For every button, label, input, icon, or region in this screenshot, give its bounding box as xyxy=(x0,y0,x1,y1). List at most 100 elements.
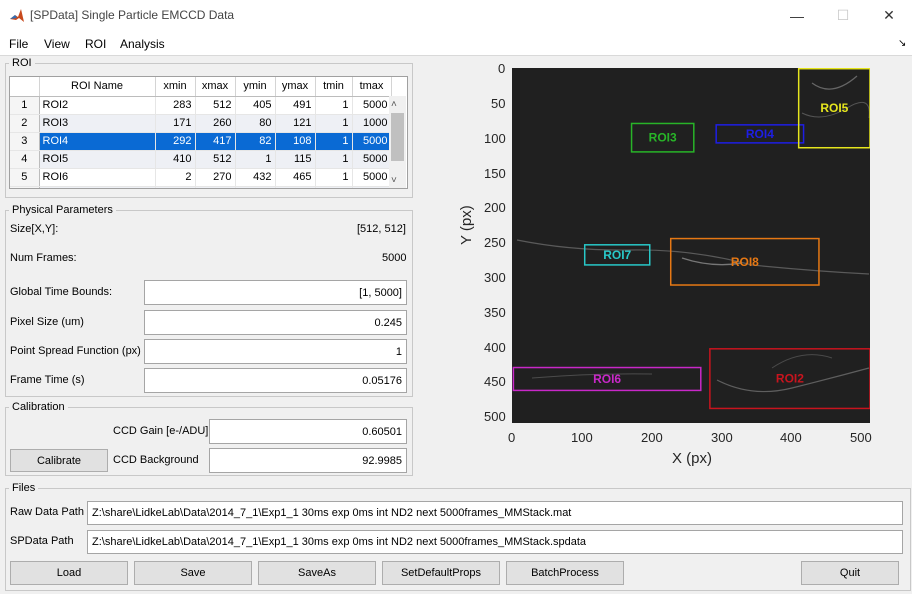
table-cell[interactable]: 260 xyxy=(195,114,236,133)
maximize-icon: ☐ xyxy=(836,7,850,23)
roi-label-roi2: ROI2 xyxy=(776,372,804,386)
menu-roi[interactable]: ROI xyxy=(85,37,106,51)
frame-time-field[interactable]: 0.05176 xyxy=(144,368,407,393)
set-default-props-button[interactable]: SetDefaultProps xyxy=(382,561,500,585)
table-cell[interactable]: 1 xyxy=(315,114,353,133)
table-cell[interactable]: 1 xyxy=(315,168,353,187)
table-cell[interactable]: ROI2 xyxy=(39,96,156,115)
global-time-bounds-field[interactable]: [1, 5000] xyxy=(144,280,407,305)
x-tick-label: 500 xyxy=(850,430,872,445)
table-cell[interactable]: 115 xyxy=(275,150,316,169)
table-cell[interactable]: 512 xyxy=(195,150,236,169)
table-cell[interactable]: 405 xyxy=(235,96,276,115)
table-cell[interactable]: 80 xyxy=(235,114,276,133)
table-cell[interactable]: 255 xyxy=(235,186,276,188)
window-title: [SPData] Single Particle EMCCD Data xyxy=(30,8,235,22)
table-cell[interactable]: ROI4 xyxy=(39,132,156,151)
table-cell[interactable]: 197 xyxy=(195,186,236,188)
title-bar: [SPData] Single Particle EMCCD Data — ☐ … xyxy=(0,0,912,32)
roi-table-grid: ROI Name xmin xmax ymin ymax tmin tmax 1… xyxy=(10,77,392,188)
y-tick-label: 50 xyxy=(491,96,506,111)
table-cell[interactable]: 417 xyxy=(195,132,236,151)
table-cell[interactable]: 1000 xyxy=(352,114,392,133)
save-button[interactable]: Save xyxy=(134,561,252,585)
table-cell[interactable]: 2 xyxy=(155,168,196,187)
table-cell[interactable]: 292 xyxy=(155,132,196,151)
table-row[interactable]: 3 ROI4 292 417 82 108 1 5000 xyxy=(10,132,392,151)
y-axis-label: Y (px) xyxy=(458,205,475,245)
maximize-button[interactable]: ☐ xyxy=(820,0,866,31)
psf-field[interactable]: 1 xyxy=(144,339,407,364)
minimize-button[interactable]: — xyxy=(774,0,820,31)
table-cell[interactable]: 1 xyxy=(315,132,353,151)
table-cell[interactable]: 1 xyxy=(235,150,276,169)
row-index: 6 xyxy=(10,186,40,188)
raw-data-path-field[interactable]: Z:\share\LidkeLab\Data\2014_7_1\Exp1_1 3… xyxy=(87,501,903,525)
column-header[interactable]: ymin xyxy=(235,77,276,97)
table-cell[interactable]: ROI3 xyxy=(39,114,156,133)
batch-process-button[interactable]: BatchProcess xyxy=(506,561,624,585)
table-cell[interactable]: 5000 xyxy=(352,186,392,188)
table-cell[interactable]: 270 xyxy=(195,168,236,187)
table-cell[interactable]: 283 xyxy=(155,96,196,115)
table-cell[interactable]: 108 xyxy=(275,132,316,151)
table-row[interactable]: 1 ROI2 283 512 405 491 1 5000 xyxy=(10,96,392,115)
table-cell[interactable]: 171 xyxy=(155,114,196,133)
ccd-background-field[interactable]: 92.9985 xyxy=(209,448,407,473)
load-button[interactable]: Load xyxy=(10,561,128,585)
table-cell[interactable]: 5000 xyxy=(352,150,392,169)
ccd-background-label: CCD Background xyxy=(113,454,199,466)
column-header[interactable]: ymax xyxy=(275,77,316,97)
toolbar-toggle-icon[interactable]: ↘ xyxy=(898,38,906,49)
spdata-path-field[interactable]: Z:\share\LidkeLab\Data\2014_7_1\Exp1_1 3… xyxy=(87,530,903,554)
column-header[interactable]: tmax xyxy=(352,77,392,97)
column-header[interactable]: tmin xyxy=(315,77,353,97)
table-row[interactable]: 5 ROI6 2 270 432 465 1 5000 xyxy=(10,168,392,187)
matlab-app-icon xyxy=(9,8,25,24)
menu-analysis[interactable]: Analysis xyxy=(120,37,165,51)
roi-table[interactable]: ROI Name xmin xmax ymin ymax tmin tmax 1… xyxy=(9,76,408,189)
table-cell[interactable]: 512 xyxy=(195,96,236,115)
size-label: Size[X,Y]: xyxy=(10,223,59,235)
table-cell[interactable]: ROI7 xyxy=(39,186,156,188)
column-header[interactable]: xmin xyxy=(155,77,196,97)
y-tick-label: 150 xyxy=(484,166,506,181)
save-as-button[interactable]: SaveAs xyxy=(258,561,376,585)
table-cell[interactable]: 284 xyxy=(275,186,316,188)
scrollbar-thumb[interactable] xyxy=(391,113,404,161)
quit-button[interactable]: Quit xyxy=(801,561,899,585)
scroll-up-icon[interactable]: ˄ xyxy=(391,99,397,110)
table-cell[interactable]: 1 xyxy=(315,186,353,188)
table-cell[interactable]: 410 xyxy=(155,150,196,169)
table-cell[interactable]: 491 xyxy=(275,96,316,115)
table-cell[interactable]: 82 xyxy=(235,132,276,151)
close-button[interactable]: ✕ xyxy=(866,0,912,31)
x-tick-label: 400 xyxy=(780,430,802,445)
column-header[interactable]: xmax xyxy=(195,77,236,97)
table-row[interactable]: 6ROI710419725528415000 xyxy=(10,186,392,188)
menu-view[interactable]: View xyxy=(44,37,70,51)
y-tick-label: 100 xyxy=(484,131,506,146)
table-cell[interactable]: 104 xyxy=(155,186,196,188)
table-cell[interactable]: 432 xyxy=(235,168,276,187)
frame-time-label: Frame Time (s) xyxy=(10,374,85,386)
table-cell[interactable]: 5000 xyxy=(352,96,392,115)
table-cell[interactable]: 5000 xyxy=(352,168,392,187)
calibrate-button[interactable]: Calibrate xyxy=(10,449,108,472)
table-row[interactable]: 2 ROI3 171 260 80 121 1 1000 xyxy=(10,114,392,133)
column-header[interactable]: ROI Name xyxy=(39,77,156,97)
table-cell[interactable]: ROI5 xyxy=(39,150,156,169)
table-cell[interactable]: 1 xyxy=(315,150,353,169)
table-cell[interactable]: 1 xyxy=(315,96,353,115)
table-cell[interactable]: 465 xyxy=(275,168,316,187)
pixel-size-field[interactable]: 0.245 xyxy=(144,310,407,335)
raw-data-path-label: Raw Data Path xyxy=(10,506,84,518)
table-cell[interactable]: ROI6 xyxy=(39,168,156,187)
scroll-down-icon[interactable]: ˅ xyxy=(391,175,397,186)
menu-file[interactable]: File xyxy=(9,37,28,51)
ccd-gain-field[interactable]: 0.60501 xyxy=(209,419,407,444)
table-cell[interactable]: 121 xyxy=(275,114,316,133)
table-cell[interactable]: 5000 xyxy=(352,132,392,151)
table-row[interactable]: 4 ROI5 410 512 1 115 1 5000 xyxy=(10,150,392,169)
image-plot[interactable]: ROI2 ROI3 ROI4 ROI5 ROI6 ROI7 ROI8 xyxy=(512,67,871,423)
